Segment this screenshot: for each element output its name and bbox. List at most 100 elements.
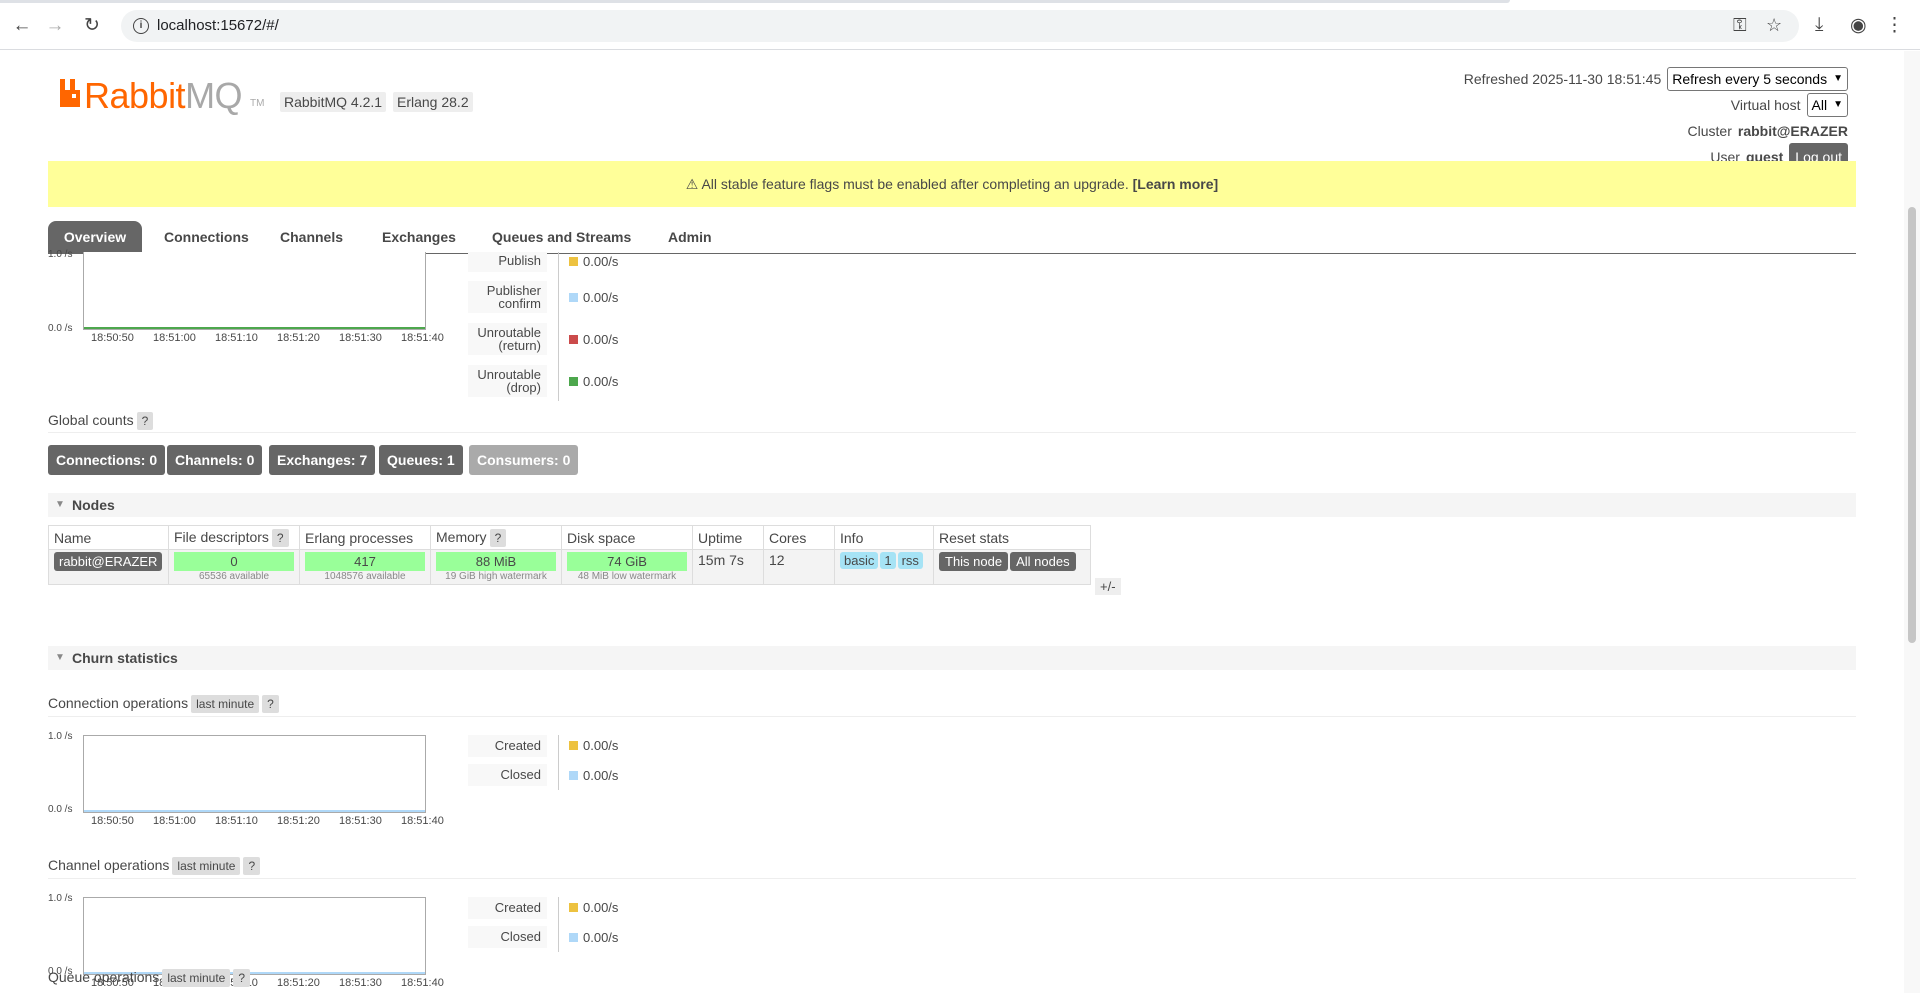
col-disk-space: Disk space [561, 525, 693, 550]
help-button[interactable]: ? [243, 857, 261, 875]
connection-operations-label: Connection operations last minute? [48, 695, 279, 713]
cell-erlang: 417 1048576 available [299, 549, 431, 585]
reset-all-nodes-button[interactable]: All nodes [1010, 552, 1076, 571]
legend-swatch [569, 771, 578, 780]
legend-closed-value: 0.00/s [569, 768, 618, 783]
legend-created-value: 0.00/s [569, 738, 618, 753]
period-button[interactable]: last minute [191, 695, 260, 713]
logo-text: RabbitMQ [84, 75, 243, 116]
chevron-down-icon: ▼ [1833, 73, 1843, 84]
reload-icon[interactable]: ↻ [80, 14, 104, 38]
x-tick: 18:51:30 [339, 332, 382, 344]
tab-strip [0, 0, 1510, 3]
help-button[interactable]: ? [271, 528, 289, 547]
info-badge-rss: rss [897, 552, 923, 569]
legend-swatch [569, 293, 578, 302]
legend-divider [558, 252, 559, 401]
x-tick: 18:51:20 [277, 815, 320, 827]
forward-icon[interactable]: → [43, 14, 67, 38]
col-uptime: Uptime [692, 525, 764, 550]
cell-disk: 74 GiB 48 MiB low watermark [561, 549, 693, 585]
refreshed-label: Refreshed 2025-11-30 18:51:45 [1463, 71, 1662, 87]
x-tick: 18:51:40 [401, 977, 444, 989]
connections-count-button[interactable]: Connections: 0 [48, 445, 166, 475]
cell-uptime: 15m 7s [692, 549, 764, 585]
disk-watermark: 48 MiB low watermark [577, 571, 677, 582]
virtual-host-select[interactable]: All ▼ [1806, 93, 1848, 117]
col-file-descriptors: File descriptors? [168, 525, 300, 550]
queues-count-button[interactable]: Queues: 1 [379, 445, 463, 475]
legend-swatch [569, 903, 578, 912]
divider [48, 432, 1856, 433]
cell-reset: This node All nodes [933, 549, 1091, 585]
tab-exchanges[interactable]: Exchanges [370, 221, 468, 253]
table-header-row: Name File descriptors? Erlang processes … [48, 525, 1091, 550]
mem-value: 88 MiB [436, 552, 556, 571]
scrollbar-thumb[interactable] [1908, 207, 1916, 643]
msg-chart-y-max: 1.0 /s [48, 249, 73, 260]
chan-chart-y-max: 1.0 /s [48, 893, 73, 904]
help-button[interactable]: ? [262, 695, 279, 713]
legend-closed: Closed [468, 926, 547, 948]
refresh-interval-select[interactable]: Refresh every 5 seconds ▼ [1667, 67, 1848, 91]
x-tick: 18:51:20 [277, 977, 320, 989]
page-scrollbar[interactable] [1904, 51, 1920, 993]
help-button[interactable]: ? [233, 969, 251, 987]
learn-more-link[interactable]: [Learn more] [1133, 176, 1219, 192]
disk-value: 74 GiB [567, 552, 687, 571]
logo-trademark: TM [250, 98, 265, 109]
legend-publisher-confirm: Publisher confirm [468, 281, 547, 313]
x-tick: 18:51:40 [401, 332, 444, 344]
address-bar[interactable]: i localhost:15672/#/ ⚿ ☆ [121, 10, 1799, 42]
fd-value: 0 [174, 552, 294, 571]
profile-icon[interactable]: ◉ [1850, 14, 1867, 37]
url-text[interactable]: localhost:15672/#/ [157, 17, 279, 34]
erl-available: 1048576 available [324, 571, 406, 582]
menu-icon[interactable]: ⋮ [1885, 14, 1904, 37]
site-info-icon[interactable]: i [133, 18, 149, 34]
download-icon[interactable]: ⤓ [1815, 14, 1823, 36]
back-icon[interactable]: ← [10, 14, 34, 38]
period-button[interactable]: last minute [172, 857, 241, 875]
consumers-count-button[interactable]: Consumers: 0 [469, 445, 579, 475]
tab-connections[interactable]: Connections [152, 221, 261, 253]
period-button[interactable]: last minute [162, 969, 231, 987]
reset-this-node-button[interactable]: This node [939, 552, 1009, 571]
legend-created: Created [468, 897, 547, 919]
cluster-name: rabbit@ERAZER [1737, 123, 1848, 139]
column-toggle-button[interactable]: +/- [1095, 578, 1121, 595]
cluster-label: Cluster [1687, 123, 1732, 139]
key-icon[interactable]: ⚿ [1733, 15, 1747, 36]
help-button[interactable]: ? [489, 528, 507, 547]
tab-channels[interactable]: Channels [268, 221, 355, 253]
legend-swatch [569, 933, 578, 942]
legend-swatch [569, 257, 578, 266]
exchanges-count-button[interactable]: Exchanges: 7 [269, 445, 376, 475]
help-button[interactable]: ? [136, 412, 154, 430]
churn-section-header[interactable]: ▼ Churn statistics [48, 646, 1856, 670]
channels-count-button[interactable]: Channels: 0 [167, 445, 263, 475]
legend-unroutable-drop: Unroutable (drop) [468, 365, 547, 397]
bookmark-star-icon[interactable]: ☆ [1766, 15, 1782, 36]
rabbitmq-logo-icon [60, 79, 80, 107]
legend-publisher-confirm-value: 0.00/s [569, 290, 618, 305]
legend-created-value: 0.00/s [569, 900, 618, 915]
divider [48, 716, 1856, 717]
tab-queues-and-streams[interactable]: Queues and Streams [480, 221, 643, 253]
main-tabs: Overview Connections Channels Exchanges … [48, 221, 1856, 254]
conn-chart-y-max: 1.0 /s [48, 731, 73, 742]
cell-name: rabbit@ERAZER [48, 549, 169, 585]
rabbitmq-version: RabbitMQ 4.2.1 [280, 92, 387, 112]
nodes-section-header[interactable]: ▼ Nodes [48, 493, 1856, 517]
legend-swatch [569, 335, 578, 344]
chevron-down-icon: ▼ [1833, 99, 1843, 110]
table-row: rabbit@ERAZER 0 65536 available 417 104857… [48, 549, 1091, 585]
node-name-link[interactable]: rabbit@ERAZER [54, 552, 163, 571]
connection-operations-chart [83, 735, 426, 813]
divider [48, 878, 1856, 879]
tab-admin[interactable]: Admin [656, 221, 724, 253]
collapse-triangle-icon: ▼ [55, 652, 65, 663]
legend-swatch [569, 377, 578, 386]
legend-unroutable-return: Unroutable (return) [468, 323, 547, 355]
x-tick: 18:51:10 [215, 332, 258, 344]
